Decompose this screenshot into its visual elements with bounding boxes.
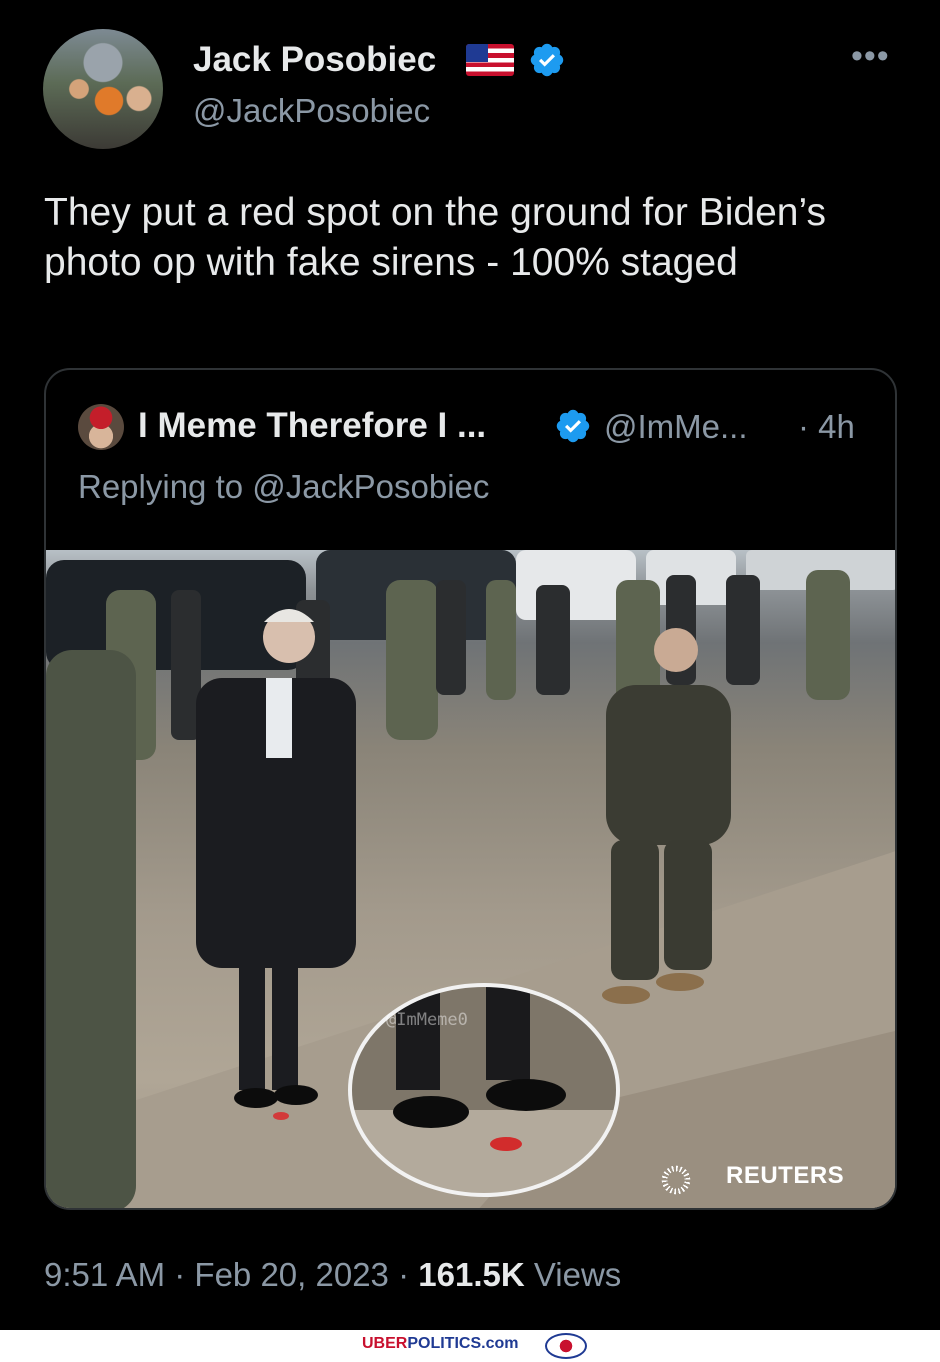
quoted-tweet-card[interactable]: I Meme Therefore I ... @ImMe... · 4h Rep… bbox=[44, 368, 897, 1210]
footer-brand-red: UBER bbox=[362, 1335, 408, 1352]
author-name[interactable]: Jack Posobiec bbox=[193, 40, 436, 80]
flag-us-icon bbox=[466, 44, 514, 76]
site-footer: UBERPOLITICS.com bbox=[0, 1330, 940, 1362]
verified-icon bbox=[530, 43, 564, 77]
meta-separator: · bbox=[174, 1256, 186, 1293]
quoted-photo[interactable]: @ImMeme0 REUTERS bbox=[46, 550, 895, 1208]
tweet-meta: 9:51 AM · Feb 20, 2023 · 161.5K Views bbox=[44, 1256, 621, 1294]
quote-author-avatar bbox=[78, 404, 124, 450]
tweet: Jack Posobiec @JackPosobiec ••• They put… bbox=[0, 0, 940, 1330]
author-handle[interactable]: @JackPosobiec bbox=[193, 92, 430, 130]
quote-author-name: I Meme Therefore I ... bbox=[138, 406, 487, 445]
image-watermark: @ImMeme0 bbox=[386, 1010, 468, 1030]
more-icon[interactable]: ••• bbox=[851, 39, 890, 73]
footer-logo-icon bbox=[545, 1333, 587, 1359]
photo-scene bbox=[46, 550, 895, 1208]
views-label: Views bbox=[533, 1256, 622, 1293]
tweet-time[interactable]: 9:51 AM bbox=[44, 1256, 165, 1293]
image-credit: REUTERS bbox=[726, 1162, 845, 1189]
quote-author-handle: @ImMe... bbox=[604, 408, 748, 445]
verified-icon bbox=[556, 409, 590, 443]
reuters-logo-icon bbox=[656, 1160, 696, 1200]
author-avatar[interactable] bbox=[43, 29, 163, 149]
tweet-date[interactable]: Feb 20, 2023 bbox=[194, 1256, 389, 1293]
replying-to-text: Replying to @JackPosobiec bbox=[78, 468, 490, 505]
quote-time: · 4h bbox=[798, 408, 855, 445]
views-count[interactable]: 161.5K bbox=[418, 1256, 524, 1293]
tweet-text: They put a red spot on the ground for Bi… bbox=[44, 191, 826, 284]
footer-brand[interactable]: UBERPOLITICS.com bbox=[362, 1335, 518, 1353]
footer-brand-blue: POLITICS.com bbox=[407, 1335, 519, 1352]
meta-separator: · bbox=[398, 1256, 410, 1293]
